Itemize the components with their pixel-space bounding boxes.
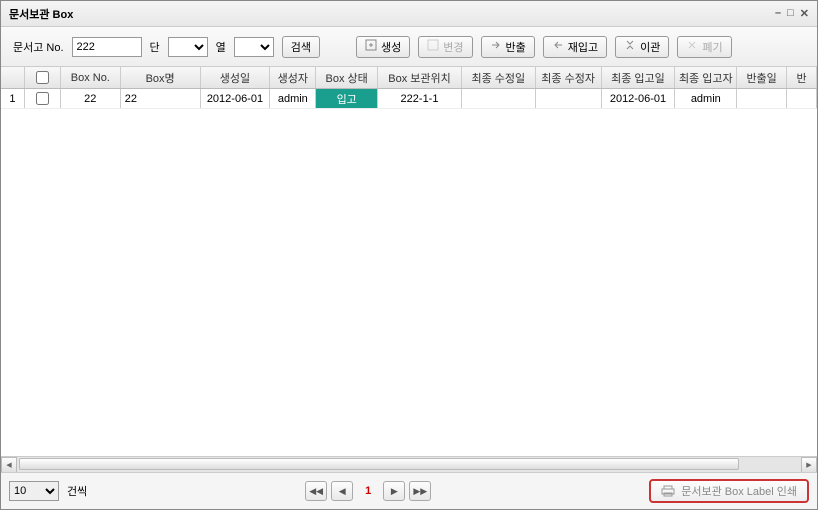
data-grid: Box No. Box명 생성일 생성자 Box 상태 Box 보관위치 최종 … [1,67,817,473]
cell-mod-date [462,89,536,108]
yeol-select[interactable] [234,37,274,57]
transfer-icon [624,39,636,54]
cell-in-by: admin [675,89,737,108]
window-title: 문서보관 Box [9,6,775,22]
print-label-button[interactable]: 문서보관 Box Label 인쇄 [649,479,809,503]
header-out-date[interactable]: 반출일 [737,67,787,88]
cell-gen-by: admin [270,89,316,108]
header-location[interactable]: Box 보관위치 [378,67,462,88]
scroll-left-arrow-icon[interactable]: ◀ [1,457,17,473]
create-icon [365,39,377,54]
cell-last [787,89,817,108]
window-controls: – □ ✕ [775,7,809,20]
header-status[interactable]: Box 상태 [316,67,378,88]
transfer-button[interactable]: 이관 [615,36,669,58]
search-button[interactable]: 검색 [282,36,320,58]
create-button[interactable]: 생성 [356,36,410,58]
select-all-checkbox[interactable] [36,71,49,84]
header-last[interactable]: 반 [787,67,817,88]
horizontal-scrollbar[interactable]: ◀ ▶ [1,456,817,472]
header-rownum[interactable] [1,67,25,88]
cell-status: 입고 [316,89,378,108]
left-icon: ◀ [339,486,346,497]
right-icon: ▶ [391,486,398,497]
header-gen-by[interactable]: 생성자 [270,67,316,88]
next-page-button[interactable]: ▶ [383,481,405,501]
double-right-icon: ▶▶ [413,486,427,497]
cell-mod-by [536,89,602,108]
dan-label: 단 [150,39,160,55]
export-button[interactable]: 반출 [481,36,535,58]
discard-icon [686,39,698,54]
app-window: 문서보관 Box – □ ✕ 문서고 No. 단 열 검색 생성 변경 반출 재 [0,0,818,510]
cell-gen-date: 2012-06-01 [201,89,271,108]
scroll-right-arrow-icon[interactable]: ▶ [801,457,817,473]
first-page-button[interactable]: ◀◀ [305,481,327,501]
table-row[interactable]: 1 22 22 2012-06-01 admin 입고 222-1-1 2012… [1,89,817,109]
title-bar: 문서보관 Box – □ ✕ [1,1,817,27]
header-box-name[interactable]: Box명 [121,67,201,88]
reimport-button[interactable]: 재입고 [543,36,607,58]
cell-rownum: 1 [1,89,25,108]
grid-body: 1 22 22 2012-06-01 admin 입고 222-1-1 2012… [1,89,817,456]
cell-in-date: 2012-06-01 [602,89,676,108]
scroll-thumb[interactable] [19,458,739,470]
doc-no-input[interactable] [72,37,142,57]
pager: ◀◀ ◀ 1 ▶ ▶▶ [305,481,431,501]
page-size-suffix: 건씩 [67,483,87,499]
header-in-by[interactable]: 최종 입고자 [675,67,737,88]
cell-box-no: 22 [61,89,121,108]
header-mod-date[interactable]: 최종 수정일 [462,67,536,88]
printer-icon [661,485,675,497]
row-checkbox[interactable] [36,92,49,105]
modify-icon [427,39,439,54]
doc-no-label: 문서고 No. [13,39,64,55]
grid-header-row: Box No. Box명 생성일 생성자 Box 상태 Box 보관위치 최종 … [1,67,817,89]
page-size-select[interactable]: 10 [9,481,59,501]
footer-bar: 10 건씩 ◀◀ ◀ 1 ▶ ▶▶ 문서보관 Box Label 인쇄 [1,473,817,509]
export-icon [490,39,502,54]
header-box-no[interactable]: Box No. [61,67,121,88]
header-checkbox[interactable] [25,67,61,88]
double-left-icon: ◀◀ [309,486,323,497]
prev-page-button[interactable]: ◀ [331,481,353,501]
scroll-track[interactable] [17,457,801,472]
discard-button[interactable]: 폐기 [677,36,731,58]
minimize-icon[interactable]: – [775,7,781,20]
cell-out-date [737,89,787,108]
close-icon[interactable]: ✕ [800,7,809,20]
maximize-icon[interactable]: □ [787,7,794,20]
reimport-icon [552,39,564,54]
yeol-label: 열 [216,39,226,55]
status-badge: 입고 [316,89,377,108]
cell-checkbox [25,89,61,108]
header-mod-by[interactable]: 최종 수정자 [536,67,602,88]
header-in-date[interactable]: 최종 입고일 [602,67,676,88]
cell-box-name: 22 [121,89,201,108]
last-page-button[interactable]: ▶▶ [409,481,431,501]
header-gen-date[interactable]: 생성일 [201,67,271,88]
cell-location: 222-1-1 [378,89,462,108]
toolbar: 문서고 No. 단 열 검색 생성 변경 반출 재입고 이관 폐기 [1,27,817,67]
modify-button[interactable]: 변경 [418,36,472,58]
dan-select[interactable] [168,37,208,57]
current-page: 1 [365,485,371,497]
